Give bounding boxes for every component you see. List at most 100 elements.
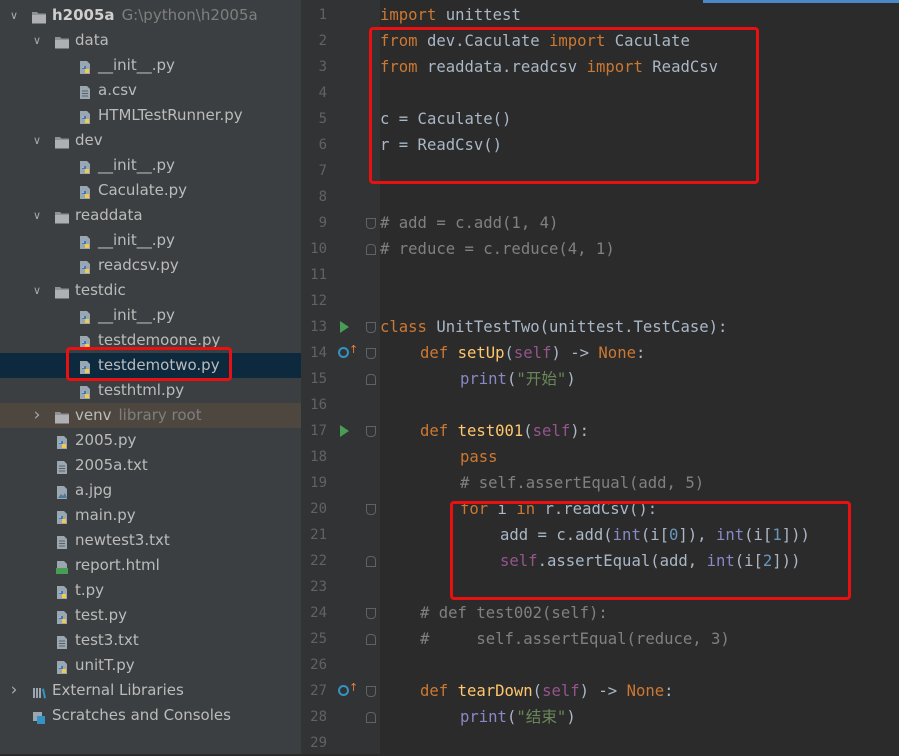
chevron-down-icon[interactable]: ∨ <box>30 28 44 53</box>
python-file-icon <box>77 183 93 199</box>
tree-item-label: test3.txt <box>75 631 139 649</box>
chevron-right-icon[interactable]: › <box>30 403 44 428</box>
chevron-down-icon[interactable]: ∨ <box>30 278 44 303</box>
fold-marker-icon[interactable] <box>366 244 376 255</box>
code-line[interactable]: from readdata.readcsv import ReadCsv <box>380 54 899 80</box>
code-line[interactable]: self.assertEqual(add, int(i[2])) <box>380 548 899 574</box>
code-line[interactable]: class UnitTestTwo(unittest.TestCase): <box>380 314 899 340</box>
tree-item[interactable]: a.jpg <box>0 478 301 503</box>
tree-item[interactable]: report.html <box>0 553 301 578</box>
code-line[interactable]: print("开始") <box>380 366 899 392</box>
tree-item[interactable]: HTMLTestRunner.py <box>0 103 301 128</box>
tree-item[interactable]: ∨ testdic <box>0 278 301 303</box>
tree-item[interactable]: ∨ h2005a G:\python\h2005a <box>0 3 301 28</box>
code-editor[interactable]: import unittest from dev.Caculate import … <box>369 0 899 756</box>
html-file-icon <box>54 558 70 574</box>
tree-item[interactable]: 2005.py <box>0 428 301 453</box>
code-line[interactable]: # reduce = c.reduce(4, 1) <box>380 236 899 262</box>
tree-item[interactable]: ∨ readdata <box>0 203 301 228</box>
tree-item[interactable]: test.py <box>0 603 301 628</box>
code-line[interactable]: from dev.Caculate import Caculate <box>380 28 899 54</box>
tree-item[interactable]: t.py <box>0 578 301 603</box>
code-line[interactable]: # add = c.add(1, 4) <box>380 210 899 236</box>
code-line[interactable]: def tearDown(self) -> None: <box>380 678 899 704</box>
code-line[interactable] <box>380 730 899 756</box>
line-number: 12 <box>310 293 327 309</box>
code-line[interactable] <box>380 262 899 288</box>
chevron-right-icon[interactable]: › <box>7 678 21 703</box>
override-method-icon[interactable] <box>338 685 349 696</box>
tree-item[interactable]: test3.txt <box>0 628 301 653</box>
code-line[interactable] <box>380 80 899 106</box>
line-number: 24 <box>310 605 327 621</box>
code-line[interactable]: def test001(self): <box>380 418 899 444</box>
tree-item[interactable]: testdemoone.py <box>0 328 301 353</box>
tree-item[interactable]: main.py <box>0 503 301 528</box>
code-line[interactable]: # def test002(self): <box>380 600 899 626</box>
code-line[interactable]: # self.assertEqual(add, 5) <box>380 470 899 496</box>
fold-marker-icon[interactable] <box>366 556 376 567</box>
tree-item[interactable]: › venv library root <box>0 403 301 428</box>
line-number: 21 <box>310 527 327 543</box>
line-number: 28 <box>310 709 327 725</box>
chevron-down-icon[interactable]: ∨ <box>7 3 21 28</box>
tree-item[interactable]: › External Libraries <box>0 678 301 703</box>
fold-marker-icon[interactable] <box>366 374 376 385</box>
tree-item[interactable]: __init__.py <box>0 303 301 328</box>
tree-item[interactable]: __init__.py <box>0 228 301 253</box>
run-test-icon[interactable] <box>340 321 349 333</box>
gutter-line: 20 <box>303 496 380 522</box>
chevron-down-icon[interactable]: ∨ <box>30 203 44 228</box>
code-line[interactable] <box>380 158 899 184</box>
line-number: 17 <box>310 423 327 439</box>
tree-item[interactable]: readcsv.py <box>0 253 301 278</box>
code-line[interactable]: c = Caculate() <box>380 106 899 132</box>
fold-marker-icon[interactable] <box>366 218 376 229</box>
run-test-icon[interactable] <box>340 425 349 437</box>
text-file-icon <box>77 83 93 99</box>
line-number: 1 <box>318 7 327 23</box>
python-file-icon <box>54 508 70 524</box>
tree-item[interactable]: testhtml.py <box>0 378 301 403</box>
tree-item-label: venv <box>75 406 112 424</box>
fold-marker-icon[interactable] <box>366 504 376 515</box>
tree-item-label: unitT.py <box>75 656 135 674</box>
fold-marker-icon[interactable] <box>366 608 376 619</box>
code-line[interactable] <box>380 574 899 600</box>
python-file-icon <box>54 608 70 624</box>
fold-marker-icon[interactable] <box>366 634 376 645</box>
line-number: 29 <box>310 735 327 751</box>
fold-marker-icon[interactable] <box>366 426 376 437</box>
code-line[interactable] <box>380 652 899 678</box>
override-method-icon[interactable] <box>338 347 349 358</box>
tree-item[interactable]: ∨ dev <box>0 128 301 153</box>
code-line[interactable] <box>380 184 899 210</box>
code-line[interactable]: # self.assertEqual(reduce, 3) <box>380 626 899 652</box>
code-line[interactable] <box>380 392 899 418</box>
fold-marker-icon[interactable] <box>366 712 376 723</box>
code-line[interactable]: pass <box>380 444 899 470</box>
code-line[interactable]: import unittest <box>380 2 899 28</box>
tree-item[interactable]: unitT.py <box>0 653 301 678</box>
code-line[interactable]: def setUp(self) -> None: <box>380 340 899 366</box>
tree-item[interactable]: Caculate.py <box>0 178 301 203</box>
tree-item[interactable]: __init__.py <box>0 153 301 178</box>
tree-item[interactable]: ∨ data <box>0 28 301 53</box>
tree-item-label: 2005a.txt <box>75 456 148 474</box>
chevron-down-icon[interactable]: ∨ <box>30 128 44 153</box>
code-line[interactable]: add = c.add(int(i[0]), int(i[1])) <box>380 522 899 548</box>
code-line[interactable]: print("结束") <box>380 704 899 730</box>
fold-marker-icon[interactable] <box>366 348 376 359</box>
code-line[interactable]: r = ReadCsv() <box>380 132 899 158</box>
code-line[interactable] <box>380 288 899 314</box>
fold-marker-icon[interactable] <box>366 686 376 697</box>
tree-item[interactable]: testdemotwo.py <box>0 353 301 378</box>
tree-item[interactable]: newtest3.txt <box>0 528 301 553</box>
code-line[interactable]: for i in r.readCsv(): <box>380 496 899 522</box>
line-number: 14 <box>310 345 327 361</box>
tree-item[interactable]: a.csv <box>0 78 301 103</box>
tree-item[interactable]: __init__.py <box>0 53 301 78</box>
tree-item[interactable]: Scratches and Consoles <box>0 703 301 728</box>
tree-item[interactable]: 2005a.txt <box>0 453 301 478</box>
fold-marker-icon[interactable] <box>366 322 376 333</box>
